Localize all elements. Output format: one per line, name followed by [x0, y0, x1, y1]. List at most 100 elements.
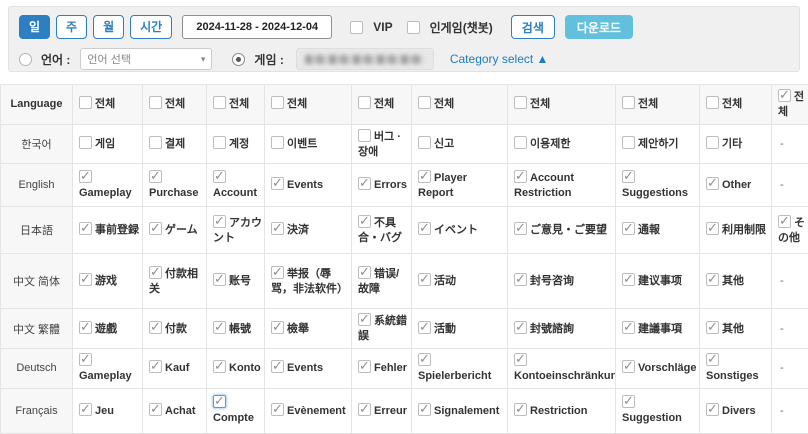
category-checkbox[interactable]: [79, 170, 92, 183]
category-checkbox[interactable]: [358, 313, 371, 326]
category-checkbox[interactable]: [79, 96, 92, 109]
category-label: Restriction: [530, 405, 587, 417]
category-checkbox[interactable]: [149, 170, 162, 183]
empty-cell: -: [772, 124, 808, 164]
category-checkbox[interactable]: [418, 403, 431, 416]
category-checkbox[interactable]: [418, 321, 431, 334]
category-checkbox[interactable]: [149, 136, 162, 149]
category-checkbox[interactable]: [706, 222, 719, 235]
period-button-hour[interactable]: 시간: [130, 15, 172, 39]
category-checkbox[interactable]: [271, 360, 284, 373]
category-checkbox[interactable]: [418, 273, 431, 286]
category-checkbox[interactable]: [213, 360, 226, 373]
category-checkbox[interactable]: [514, 321, 527, 334]
category-checkbox[interactable]: [149, 266, 162, 279]
category-checkbox[interactable]: [622, 395, 635, 408]
select-all-label: 전체: [638, 98, 658, 110]
category-checkbox[interactable]: [213, 96, 226, 109]
category-checkbox[interactable]: [622, 222, 635, 235]
category-checkbox[interactable]: [213, 215, 226, 228]
category-checkbox[interactable]: [418, 222, 431, 235]
category-checkbox[interactable]: [778, 89, 791, 102]
category-checkbox[interactable]: [622, 96, 635, 109]
category-label: 利用制限: [722, 224, 766, 236]
category-checkbox[interactable]: [418, 353, 431, 366]
category-checkbox[interactable]: [358, 403, 371, 416]
category-checkbox[interactable]: [622, 360, 635, 373]
ingame-chatbot-checkbox[interactable]: [407, 21, 420, 34]
category-checkbox[interactable]: [149, 403, 162, 416]
category-checkbox[interactable]: [79, 353, 92, 366]
download-button[interactable]: 다운로드: [565, 15, 633, 39]
game-radio[interactable]: [232, 53, 245, 66]
category-checkbox[interactable]: [622, 170, 635, 183]
category-checkbox[interactable]: [358, 96, 371, 109]
category-checkbox[interactable]: [514, 136, 527, 149]
category-checkbox[interactable]: [418, 96, 431, 109]
category-checkbox[interactable]: [706, 321, 719, 334]
category-checkbox[interactable]: [358, 215, 371, 228]
category-checkbox[interactable]: [358, 177, 371, 190]
category-cell: Gameplay: [73, 164, 143, 207]
category-checkbox[interactable]: [271, 321, 284, 334]
category-checkbox[interactable]: [706, 273, 719, 286]
category-checkbox[interactable]: [706, 353, 719, 366]
category-checkbox[interactable]: [79, 222, 92, 235]
category-cell: Player Report: [412, 164, 508, 207]
vip-checkbox[interactable]: [350, 21, 363, 34]
category-checkbox[interactable]: [514, 96, 527, 109]
category-checkbox[interactable]: [79, 403, 92, 416]
category-checkbox[interactable]: [706, 96, 719, 109]
category-checkbox[interactable]: [79, 273, 92, 286]
category-checkbox[interactable]: [149, 96, 162, 109]
category-checkbox[interactable]: [213, 136, 226, 149]
category-checkbox[interactable]: [271, 136, 284, 149]
category-checkbox[interactable]: [271, 222, 284, 235]
category-checkbox[interactable]: [358, 360, 371, 373]
category-select-link[interactable]: Category select ▲: [450, 52, 549, 66]
category-checkbox[interactable]: [706, 177, 719, 190]
date-range-input[interactable]: [182, 15, 332, 39]
category-cell: Sonstiges: [700, 349, 772, 389]
period-button-week[interactable]: 주: [56, 15, 87, 39]
category-checkbox[interactable]: [418, 136, 431, 149]
category-cell: 遊戲: [73, 309, 143, 349]
category-cell: 建議事項: [616, 309, 700, 349]
period-button-day[interactable]: 일: [19, 15, 50, 39]
language-select[interactable]: 언어 선택 ▾: [80, 48, 212, 70]
category-checkbox[interactable]: [358, 129, 371, 142]
category-checkbox[interactable]: [79, 321, 92, 334]
category-checkbox[interactable]: [514, 273, 527, 286]
category-checkbox[interactable]: [271, 266, 284, 279]
category-checkbox[interactable]: [213, 170, 226, 183]
category-checkbox[interactable]: [514, 170, 527, 183]
category-checkbox[interactable]: [213, 321, 226, 334]
category-checkbox[interactable]: [271, 96, 284, 109]
category-checkbox[interactable]: [149, 360, 162, 373]
category-checkbox[interactable]: [418, 170, 431, 183]
category-checkbox[interactable]: [149, 222, 162, 235]
category-checkbox[interactable]: [271, 403, 284, 416]
category-checkbox[interactable]: [706, 403, 719, 416]
category-checkbox[interactable]: [79, 136, 92, 149]
search-button[interactable]: 검색: [511, 15, 555, 39]
category-checkbox[interactable]: [514, 222, 527, 235]
category-label: Purchase: [149, 187, 199, 199]
category-checkbox[interactable]: [514, 353, 527, 366]
category-checkbox[interactable]: [514, 403, 527, 416]
category-label: 遊戲: [95, 323, 117, 335]
category-checkbox[interactable]: [213, 273, 226, 286]
game-name-field[interactable]: [296, 48, 434, 70]
category-checkbox[interactable]: [706, 136, 719, 149]
category-checkbox[interactable]: [358, 266, 371, 279]
language-radio[interactable]: [19, 53, 32, 66]
category-checkbox[interactable]: [622, 321, 635, 334]
category-checkbox[interactable]: [271, 177, 284, 190]
select-all-label: 전체: [374, 98, 394, 110]
category-checkbox[interactable]: [778, 215, 791, 228]
category-checkbox[interactable]: [213, 395, 226, 408]
period-button-month[interactable]: 월: [93, 15, 124, 39]
category-checkbox[interactable]: [622, 136, 635, 149]
category-checkbox[interactable]: [149, 321, 162, 334]
category-checkbox[interactable]: [622, 273, 635, 286]
